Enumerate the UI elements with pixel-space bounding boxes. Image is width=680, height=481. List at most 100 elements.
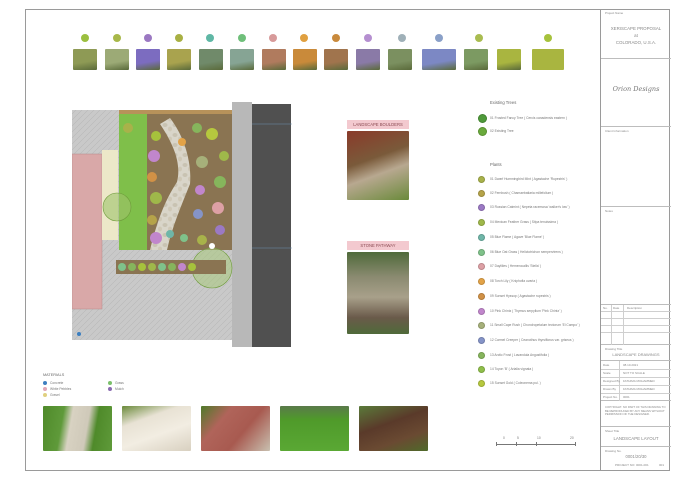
plant-symbol-icon (478, 234, 485, 241)
white-pebbles-photo (122, 406, 191, 451)
existing-tree-symbol (102, 192, 132, 222)
fence-top (119, 110, 233, 114)
driveway (252, 104, 291, 347)
info-label: Date (603, 363, 610, 367)
legend-label: 15 Sunset Gold ( Coleonema pul. ) (490, 381, 541, 385)
side-wall (232, 102, 252, 347)
plant-symbol-icon (478, 337, 485, 344)
scale-label: 10 (537, 436, 541, 440)
grass-photo (280, 406, 349, 451)
info-value: 08.10.2021 (623, 363, 639, 367)
material-label: Grass (115, 381, 124, 385)
project-line: COLORADO, U.S.A. (615, 40, 657, 45)
site-plan (72, 102, 292, 347)
plant-photo (464, 49, 488, 70)
plant-photo (262, 49, 286, 70)
revisions-table: No. Date Description (601, 305, 671, 345)
legend-label: 13 Arctic Frost ( Lavandula Angustifolia… (490, 353, 550, 357)
concrete-swatch-icon (43, 381, 47, 385)
plant-photo (230, 49, 254, 70)
plant-symbol-icon (332, 34, 340, 42)
info-value: NOT TO SCALE (623, 371, 645, 375)
plant-photo (324, 49, 348, 70)
legend-label: 05 Blue Flame ( Agave 'Blue Flame' ) (490, 235, 545, 239)
legend-label: 06 Blue Oat Grass ( Helictotrichon sempe… (490, 250, 563, 254)
plant-photo (167, 49, 191, 70)
sheet-title: LANDSCAPE LAYOUT (613, 436, 659, 441)
plant-photo (199, 49, 223, 70)
project-name-cell: Project Name XERISCAPE PROPOSAL at COLOR… (601, 9, 671, 59)
pathway-photo (347, 252, 409, 334)
pebbles-swatch-icon (43, 387, 47, 391)
sheet-title-label: Sheet Title (605, 429, 620, 433)
plant-symbol-icon (478, 219, 485, 226)
sheet-number: 0001/20/30 (625, 454, 647, 459)
plant-symbol-icon (478, 204, 485, 211)
plant-symbol-icon (478, 263, 485, 270)
callout-pathway: STONE PATHWAY (347, 241, 409, 334)
plant-photo (497, 49, 521, 70)
plant-symbol-icon (398, 34, 406, 42)
plants-title: Plants (490, 162, 502, 167)
tree-symbol-icon (478, 114, 487, 123)
callout-boulders: LANDSCAPE BOULDERS (347, 120, 409, 200)
plant-symbol-icon (478, 322, 485, 329)
material-label: Mulch (115, 387, 124, 391)
info-label: Drawn By (603, 387, 617, 391)
notes-label: Notes (605, 209, 613, 213)
plant-symbol-icon (175, 34, 183, 42)
legend-label: 04 Mexican Feather Grass ( Stipa tenuiss… (490, 220, 558, 224)
gravel-photo (201, 406, 270, 451)
sheet-title-cell: Sheet Title LANDSCAPE LAYOUT (601, 427, 671, 447)
material-label: Concrete (50, 381, 64, 385)
logo-cell: Orion Designs (601, 59, 671, 127)
legend-label: 10 Pink Chintz ( Thymus serpyllum 'Pink … (490, 309, 562, 313)
sheet-footer: PROJECT NO: 0001-001 (615, 463, 649, 467)
legend-label: 14 Toyon 'B' ( Arialia vignata ) (490, 367, 534, 371)
lawn-area (119, 112, 147, 250)
plant-symbol-icon (478, 352, 485, 359)
mulch-photo (359, 406, 428, 451)
legend-label: 02 Existing Tree (490, 129, 514, 133)
notes-cell: Notes (601, 207, 671, 305)
revision-header: Description (627, 306, 643, 310)
info-label: Scale (603, 371, 611, 375)
plant-photo (422, 49, 456, 70)
plant-photo (73, 49, 97, 70)
info-rows: Date 08.10.2021 Scale NOT TO SCALE Desig… (601, 361, 671, 401)
plant-symbol-icon (206, 34, 214, 42)
info-label: Designed By (603, 379, 621, 383)
plant-symbol-icon (478, 366, 485, 373)
info-value: FATHIMA MOHAMMED (623, 387, 655, 391)
north-marker-icon (77, 332, 81, 336)
plant-symbol-icon (81, 34, 89, 42)
plant-symbol-icon (364, 34, 372, 42)
plant-photo (356, 49, 380, 70)
legend-label: 12 Carmel Creeper ( Ceanothus thyrsiflor… (490, 338, 574, 342)
boulder-photo (347, 131, 409, 200)
house-footprint (72, 153, 103, 310)
company-logo: Orion Designs (612, 85, 660, 93)
grass-swatch-icon (108, 381, 112, 385)
project-line: XERISCAPE PROPOSAL (610, 26, 662, 31)
front-border-planting (116, 260, 226, 274)
scale-label: 0 (503, 436, 505, 440)
copyright-note: COPYRIGHT. NO PART OF THIS DRAWING TO BE… (605, 405, 666, 417)
plant-symbol-icon (478, 249, 485, 256)
plant-symbol-icon (113, 34, 121, 42)
drawing-title-label: Drawing Title (605, 347, 623, 351)
plant-symbol-icon (478, 176, 485, 183)
plant-photo (293, 49, 317, 70)
legend-label: 11 Small Cape Rush ( Chondropetalum tect… (490, 323, 580, 327)
gravel-swatch-icon (43, 393, 47, 397)
info-label: Project No. (603, 395, 618, 399)
info-value: FATHIMA MOHAMMED (623, 379, 655, 383)
legend-label: 01 Frosted Fancy Tree ( Cercis canadensi… (490, 116, 567, 120)
plant-symbol-icon (475, 34, 483, 42)
legend-label: 03 Russian Catmint ( Nepeta racemosa 'wa… (490, 205, 570, 209)
legend-label: 02 Fernbush ( Chamaebatiaria millefolium… (490, 191, 554, 195)
material-label: White Pebbles (50, 387, 72, 391)
concrete-photo (43, 406, 112, 451)
revision-header: Date (613, 306, 620, 310)
plant-symbol-icon (300, 34, 308, 42)
